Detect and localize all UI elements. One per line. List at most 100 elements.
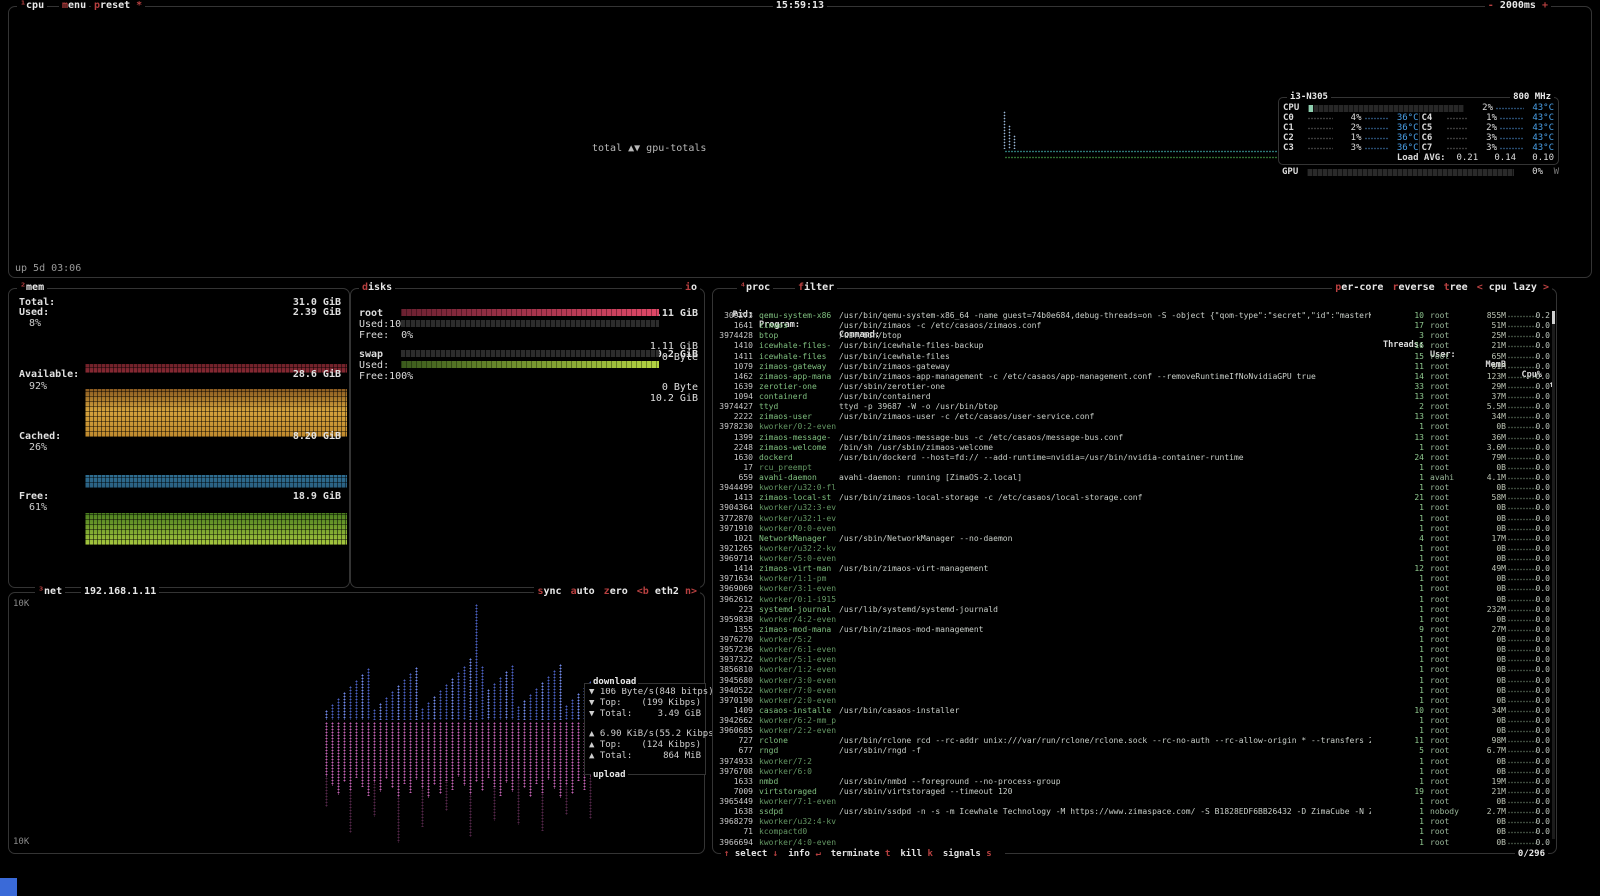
net-graph-bar bbox=[331, 722, 335, 786]
process-row[interactable]: 659avahi-daemonavahi-daemon: running [Zi… bbox=[715, 473, 1552, 483]
process-row[interactable]: 7009virtstoraged/usr/sbin/virtstoraged -… bbox=[715, 787, 1552, 797]
process-row[interactable]: 3969069kworker/3:1-even1root0B0.0 bbox=[715, 584, 1552, 594]
io-mode-toggle[interactable]: io bbox=[682, 281, 700, 295]
process-row[interactable]: 3772870kworker/u32:1-ev1root0B0.0 bbox=[715, 514, 1552, 524]
terminate-action[interactable]: terminate t bbox=[831, 847, 891, 861]
proc-tree-toggle[interactable]: tree bbox=[1444, 281, 1468, 295]
net-sync-button[interactable]: sync bbox=[537, 585, 561, 599]
proc-sort-selector[interactable]: < cpu lazy > bbox=[1477, 281, 1549, 295]
process-row[interactable]: 1630dockerd/usr/bin/dockerd --host=fd://… bbox=[715, 453, 1552, 463]
process-row[interactable]: 3940522kworker/7:0-even1root0B0.0 bbox=[715, 686, 1552, 696]
process-row[interactable]: 1021NetworkManager/usr/sbin/NetworkManag… bbox=[715, 534, 1552, 544]
net-interface-selector[interactable]: <b eth2 n> bbox=[637, 585, 697, 599]
tab-cpu[interactable]: ¹cpu bbox=[17, 0, 47, 13]
interval-decrease-button[interactable]: - bbox=[1488, 0, 1494, 11]
process-row[interactable]: 1399zimaos-message-/usr/bin/zimaos-messa… bbox=[715, 433, 1552, 443]
net-zero-button[interactable]: zero bbox=[604, 585, 628, 599]
process-row[interactable]: 3974428btop/usr/bin/btop3root25M0.0 bbox=[715, 331, 1552, 341]
process-row[interactable]: 3921265kworker/u32:2-kv1root0B0.0 bbox=[715, 544, 1552, 554]
proc-reverse-toggle[interactable]: reverse bbox=[1392, 281, 1434, 295]
process-row[interactable]: 1410icewhale-files-/usr/bin/icewhale-fil… bbox=[715, 341, 1552, 351]
proc-scrollbar-thumb[interactable] bbox=[1552, 311, 1555, 324]
cpu-total-graph bbox=[1005, 150, 1283, 153]
process-row[interactable]: 1638ssdpd/usr/sbin/ssdpd -n -s -m Icewha… bbox=[715, 807, 1552, 817]
process-row[interactable]: 3945680kworker/3:0-even1root0B0.0 bbox=[715, 676, 1552, 686]
bottom-left-artifact bbox=[0, 878, 17, 896]
process-row[interactable]: 3969714kworker/5:0-even1root0B0.0 bbox=[715, 554, 1552, 564]
net-graph-bar bbox=[463, 722, 467, 786]
process-row[interactable]: 1639zerotier-one/usr/sbin/zerotier-one33… bbox=[715, 382, 1552, 392]
proc-percore-toggle[interactable]: per-core bbox=[1335, 281, 1383, 295]
proc-box-title[interactable]: ⁴proc bbox=[737, 281, 773, 295]
process-row[interactable]: 2222zimaos-user/usr/bin/zimaos-user -c /… bbox=[715, 412, 1552, 422]
disk-name-row: swap10.2 GiB bbox=[359, 338, 698, 348]
process-row[interactable]: 1633nmbd/usr/sbin/nmbd --foreground --no… bbox=[715, 777, 1552, 787]
core-row: C41%43°C bbox=[1422, 113, 1555, 123]
disks-box-title[interactable]: disks bbox=[359, 281, 395, 295]
info-action[interactable]: info ↵ bbox=[788, 847, 821, 861]
graph-mode-label[interactable]: total ▲▼ gpu-totals bbox=[592, 143, 706, 154]
net-graph-bar bbox=[499, 722, 503, 796]
proc-filter-button[interactable]: filter bbox=[795, 281, 837, 295]
mem-box-title[interactable]: ²mem bbox=[17, 281, 47, 295]
process-row[interactable]: 3937322kworker/5:1-even1root0B0.0 bbox=[715, 655, 1552, 665]
process-row[interactable]: 3968279kworker/u32:4-kv1root0B0.0 bbox=[715, 817, 1552, 827]
process-row[interactable]: 3970190kworker/2:0-even1root0B0.0 bbox=[715, 696, 1552, 706]
net-graph-bar bbox=[349, 722, 353, 791]
process-row[interactable]: 3962612kworker/0:1-i9151root0B0.0 bbox=[715, 595, 1552, 605]
net-graph-bar bbox=[493, 787, 497, 821]
process-row[interactable]: 2248zimaos-welcome/bin/sh /usr/sbin/zima… bbox=[715, 443, 1552, 453]
process-row[interactable]: 1413zimaos-local-st/usr/bin/zimaos-local… bbox=[715, 493, 1552, 503]
net-graph-bar bbox=[487, 689, 491, 720]
process-row[interactable]: 3965449kworker/7:1-even1root0B0.0 bbox=[715, 797, 1552, 807]
process-row[interactable]: 3944499kworker/u32:0-fl1root0B0.0 bbox=[715, 483, 1552, 493]
interval-increase-button[interactable]: + bbox=[1542, 0, 1548, 11]
process-row[interactable]: 1355zimaos-mod-mana/usr/bin/zimaos-mod-m… bbox=[715, 625, 1552, 635]
net-graph-bar bbox=[349, 791, 353, 833]
process-row[interactable]: 223systemd-journal/usr/lib/systemd/syste… bbox=[715, 605, 1552, 615]
process-row[interactable]: 3976708kworker/6:01root0B0.0 bbox=[715, 767, 1552, 777]
process-row[interactable]: 309273qemu-system-x86/usr/bin/qemu-syste… bbox=[715, 311, 1552, 321]
disk-used-row: Used:100% 1.11 GiB bbox=[359, 308, 698, 318]
tab-preset[interactable]: preset * bbox=[91, 0, 145, 13]
process-row[interactable]: 1079zimaos-gateway/usr/bin/zimaos-gatewa… bbox=[715, 362, 1552, 372]
net-box-title[interactable]: ³net bbox=[35, 585, 65, 599]
net-graph-bar bbox=[493, 722, 497, 787]
tab-menu[interactable]: menu bbox=[59, 0, 89, 13]
process-row[interactable]: 1409casaos-installe/usr/bin/casaos-insta… bbox=[715, 706, 1552, 716]
process-row[interactable]: 3960685kworker/2:2-even1root0B0.0 bbox=[715, 726, 1552, 736]
net-graph-bar bbox=[505, 671, 509, 720]
clock: 15:59:13 bbox=[773, 0, 827, 13]
process-row[interactable]: 3978230kworker/0:2-even1root0B0.0 bbox=[715, 422, 1552, 432]
net-graph-bar bbox=[343, 722, 347, 782]
proc-scrollbar-track[interactable] bbox=[1552, 311, 1555, 839]
kill-action[interactable]: kill k bbox=[900, 847, 933, 861]
process-row[interactable]: 3904364kworker/u32:3-ev1root0B0.0 bbox=[715, 503, 1552, 513]
process-row[interactable]: 17rcu_preempt1root0B0.0 bbox=[715, 463, 1552, 473]
process-row[interactable]: 727rclone/usr/bin/rclone rcd --rc-addr u… bbox=[715, 736, 1552, 746]
select-action[interactable]: ↑ select ↓ bbox=[724, 847, 778, 861]
mem-used-label: Used: bbox=[19, 307, 49, 318]
process-row[interactable]: 3974427ttydttyd -p 39687 -W -o /usr/bin/… bbox=[715, 402, 1552, 412]
net-stats-panel: download ▼ 106 Byte/s(848 bitps) ▼ Top:(… bbox=[584, 683, 706, 775]
process-row[interactable]: 1094containerd/usr/bin/containerd13root3… bbox=[715, 392, 1552, 402]
process-row[interactable]: 1462zimaos-app-mana/usr/bin/zimaos-app-m… bbox=[715, 372, 1552, 382]
net-graph-bar bbox=[517, 722, 521, 779]
process-row[interactable]: 3971634kworker/1:1-pm1root0B0.0 bbox=[715, 574, 1552, 584]
process-row[interactable]: 3959838kworker/4:2-even1root0B0.0 bbox=[715, 615, 1552, 625]
process-row[interactable]: 3942662kworker/6:2-mm_p1root0B0.0 bbox=[715, 716, 1552, 726]
process-row[interactable]: 3976270kworker/5:21root0B0.0 bbox=[715, 635, 1552, 645]
process-row[interactable]: 3971910kworker/0:0-even1root0B0.0 bbox=[715, 524, 1552, 534]
net-graph-bar bbox=[529, 722, 533, 797]
process-row[interactable]: 3974933kworker/7:21root0B0.0 bbox=[715, 757, 1552, 767]
process-row[interactable]: 3856810kworker/1:2-even1root0B0.0 bbox=[715, 665, 1552, 675]
process-row[interactable]: 1411icewhale-files/usr/bin/icewhale-file… bbox=[715, 352, 1552, 362]
signals-action[interactable]: signals s bbox=[943, 847, 992, 861]
net-auto-button[interactable]: auto bbox=[571, 585, 595, 599]
process-row[interactable]: 3957236kworker/6:1-even1root0B0.0 bbox=[715, 645, 1552, 655]
mem-cached-value: 8.20 GiB bbox=[293, 431, 341, 442]
process-row[interactable]: 1641zimaos/usr/bin/zimaos -c /etc/casaos… bbox=[715, 321, 1552, 331]
process-row[interactable]: 677rngd/usr/sbin/rngd -f5root6.7M0.0 bbox=[715, 746, 1552, 756]
process-row[interactable]: 71kcompactd01root0B0.0 bbox=[715, 827, 1552, 837]
process-row[interactable]: 1414zimaos-virt-man/usr/bin/zimaos-virt-… bbox=[715, 564, 1552, 574]
